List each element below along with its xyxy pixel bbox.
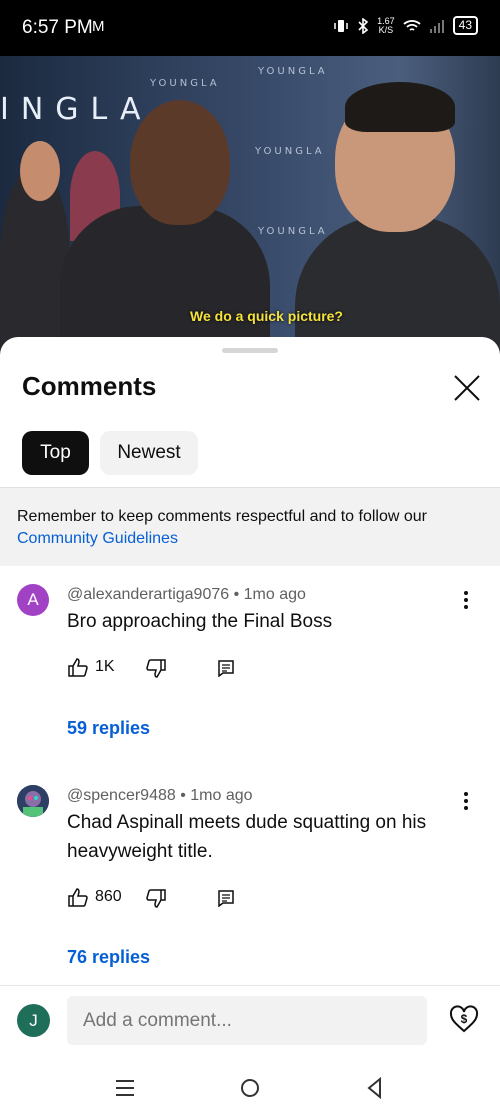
crowd-person <box>20 141 60 201</box>
video-player[interactable]: INGLA YOUNGLA YOUNGLA YOUNGLA YOUNGLA We… <box>0 56 500 356</box>
status-icons: 1.67 K/S 43 <box>333 16 478 35</box>
avatar-image <box>17 785 49 817</box>
comment-text: Bro approaching the Final Boss <box>67 611 333 632</box>
comment-item: A @alexanderartiga9076 • 1mo ago Bro app… <box>0 582 500 752</box>
replies-link[interactable]: 76 replies <box>67 947 150 968</box>
comment-author[interactable]: @alexanderartiga9076 <box>67 586 229 603</box>
super-thanks-icon[interactable]: $ <box>449 1004 479 1034</box>
system-navigation-bar <box>0 1056 500 1120</box>
comment-item: @spencer9488 • 1mo ago Chad Aspinall mee… <box>0 783 500 983</box>
more-options-icon[interactable] <box>456 588 476 612</box>
battery-icon: 43 <box>452 16 478 35</box>
bluetooth-icon <box>358 17 369 34</box>
comment-text: Chad Aspinall meets dude squatting on hi… <box>67 812 427 862</box>
comment-composer: J $ <box>0 985 500 1056</box>
person-left-head <box>130 100 230 225</box>
reply-icon[interactable] <box>217 889 235 907</box>
guidelines-notice: Remember to keep comments respectful and… <box>0 487 500 566</box>
like-count: 1K <box>95 658 115 675</box>
more-options-icon[interactable] <box>456 789 476 813</box>
back-icon[interactable] <box>361 1074 389 1102</box>
signal-icon <box>429 19 444 33</box>
comment-meta: @spencer9488 • 1mo ago <box>67 787 253 805</box>
meta-separator: • <box>233 586 244 603</box>
wifi-icon <box>403 19 421 31</box>
status-time: 6:57 PM <box>22 17 93 38</box>
my-avatar[interactable]: J <box>17 1004 50 1037</box>
like-count: 860 <box>95 888 122 905</box>
comment-time: 1mo ago <box>190 787 253 804</box>
community-guidelines-link[interactable]: Community Guidelines <box>17 530 178 548</box>
person-left-body <box>60 206 270 356</box>
comment-time: 1mo ago <box>243 586 306 603</box>
banner-text: YOUNGLA <box>258 66 328 77</box>
banner-letters: INGLA <box>0 92 153 127</box>
person-right-body <box>295 216 500 356</box>
dislike-icon[interactable] <box>145 658 167 680</box>
banner-text: YOUNGLA <box>258 226 328 237</box>
avatar[interactable] <box>17 785 49 817</box>
sheet-title: Comments <box>22 371 157 401</box>
svg-text:$: $ <box>461 1012 468 1026</box>
menu-icon[interactable] <box>111 1074 139 1102</box>
filter-top-chip[interactable]: Top <box>22 431 89 475</box>
drag-handle[interactable] <box>222 348 278 353</box>
status-bar: 6:57 PM M 1.67 K/S 43 <box>0 0 500 56</box>
mail-icon: M <box>92 18 105 35</box>
meta-separator: • <box>180 787 191 804</box>
video-caption: We do a quick picture? <box>190 308 343 324</box>
vibrate-icon <box>334 19 348 32</box>
like-icon[interactable] <box>67 886 89 908</box>
banner-text: YOUNGLA <box>255 146 325 157</box>
replies-link[interactable]: 59 replies <box>67 718 150 739</box>
person-right-hair <box>345 82 455 132</box>
filter-newest-chip[interactable]: Newest <box>100 431 198 475</box>
close-icon[interactable] <box>452 373 482 403</box>
add-comment-input[interactable] <box>67 996 427 1045</box>
reply-icon[interactable] <box>217 659 235 677</box>
banner-text: YOUNGLA <box>150 78 220 89</box>
comment-meta: @alexanderartiga9076 • 1mo ago <box>67 586 306 604</box>
avatar[interactable]: A <box>17 584 49 616</box>
net-speed: 1.67 K/S <box>377 15 395 35</box>
dislike-icon[interactable] <box>145 888 167 910</box>
home-icon[interactable] <box>236 1074 264 1102</box>
notice-text: Remember to keep comments respectful and… <box>17 508 427 525</box>
comment-author[interactable]: @spencer9488 <box>67 787 176 804</box>
like-icon[interactable] <box>67 656 89 678</box>
